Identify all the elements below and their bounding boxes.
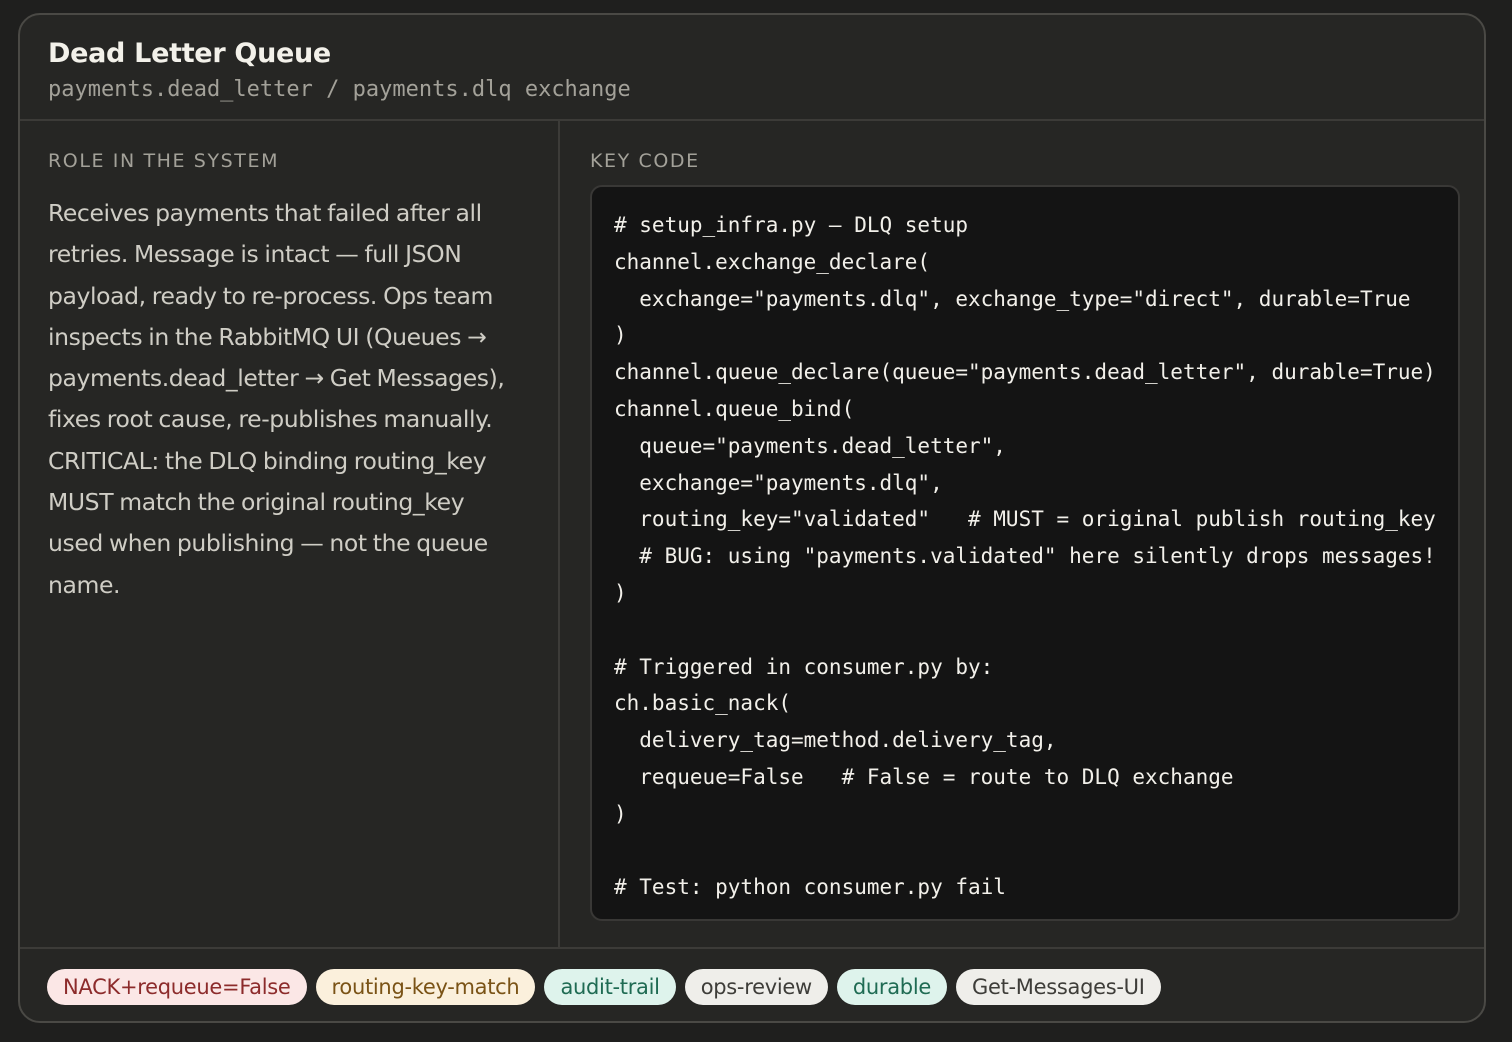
code-line: exchange="payments.dlq", [614,470,943,495]
code-line: delivery_tag=method.delivery_tag, [614,728,1057,753]
code-block[interactable]: # setup_infra.py — DLQ setup channel.exc… [590,185,1460,921]
code-line: ch.basic_nack( [614,691,792,716]
role-pane: ROLE IN THE SYSTEM Receives payments tha… [20,121,560,947]
code-line: channel.queue_declare(queue="payments.de… [614,360,1436,385]
role-description: Receives payments that failed after all … [48,193,530,606]
role-line: fixes root cause, re-publishes manually. [48,405,493,434]
code-line: routing_key="validated" # MUST = origina… [614,507,1436,532]
code-line: exchange="payments.dlq", exchange_type="… [614,286,1411,311]
tag-get-messages-ui[interactable]: Get-Messages-UI [956,969,1161,1005]
card-subtitle: payments.dead_letter / payments.dlq exch… [48,77,631,102]
code-line: queue="payments.dead_letter", [614,433,1006,458]
role-line: CRITICAL: the DLQ binding routing_key [48,446,487,475]
code-line: requeue=False # False = route to DLQ exc… [614,764,1234,789]
code-line: ) [614,801,627,826]
tag-routing-key-match[interactable]: routing-key-match [315,969,536,1005]
code-line: # Triggered in consumer.py by: [614,654,994,679]
role-line: retries. Message is intact — full JSON [48,240,462,269]
role-line: inspects in the RabbitMQ UI (Queues → [48,322,487,351]
dlq-card: Dead Letter Queue payments.dead_letter /… [18,13,1486,1023]
code-pane: KEY CODE # setup_infra.py — DLQ setup ch… [562,121,1484,947]
role-line: used when publishing — not the queue [48,529,488,558]
card-header: Dead Letter Queue payments.dead_letter /… [20,15,1484,121]
code-line: ) [614,580,627,605]
tag-ops-review[interactable]: ops-review [684,969,828,1005]
code-line: # Test: python consumer.py fail [614,875,1006,900]
code-line: # setup_infra.py — DLQ setup [614,213,969,237]
card-title: Dead Letter Queue [48,38,331,69]
code-line: channel.queue_bind( [614,396,855,421]
role-line: Receives payments that failed after all [48,199,482,227]
code-label: KEY CODE [590,150,700,172]
tag-nack-requeue-false[interactable]: NACK+requeue=False [47,969,307,1005]
role-line: name. [48,570,121,599]
role-line: payments.dead_letter → Get Messages), [48,364,505,393]
code-line: ) [614,323,627,348]
code-line: # BUG: using "payments.validated" here s… [614,544,1436,569]
tag-list: NACK+requeue=False routing-key-match aud… [20,947,1484,1021]
tag-durable[interactable]: durable [836,969,947,1005]
tag-audit-trail[interactable]: audit-trail [544,969,676,1005]
role-line: payload, ready to re-process. Ops team [48,281,493,310]
code-line: channel.exchange_declare( [614,249,931,274]
role-line: MUST match the original routing_key [48,488,465,517]
role-label: ROLE IN THE SYSTEM [48,150,280,172]
